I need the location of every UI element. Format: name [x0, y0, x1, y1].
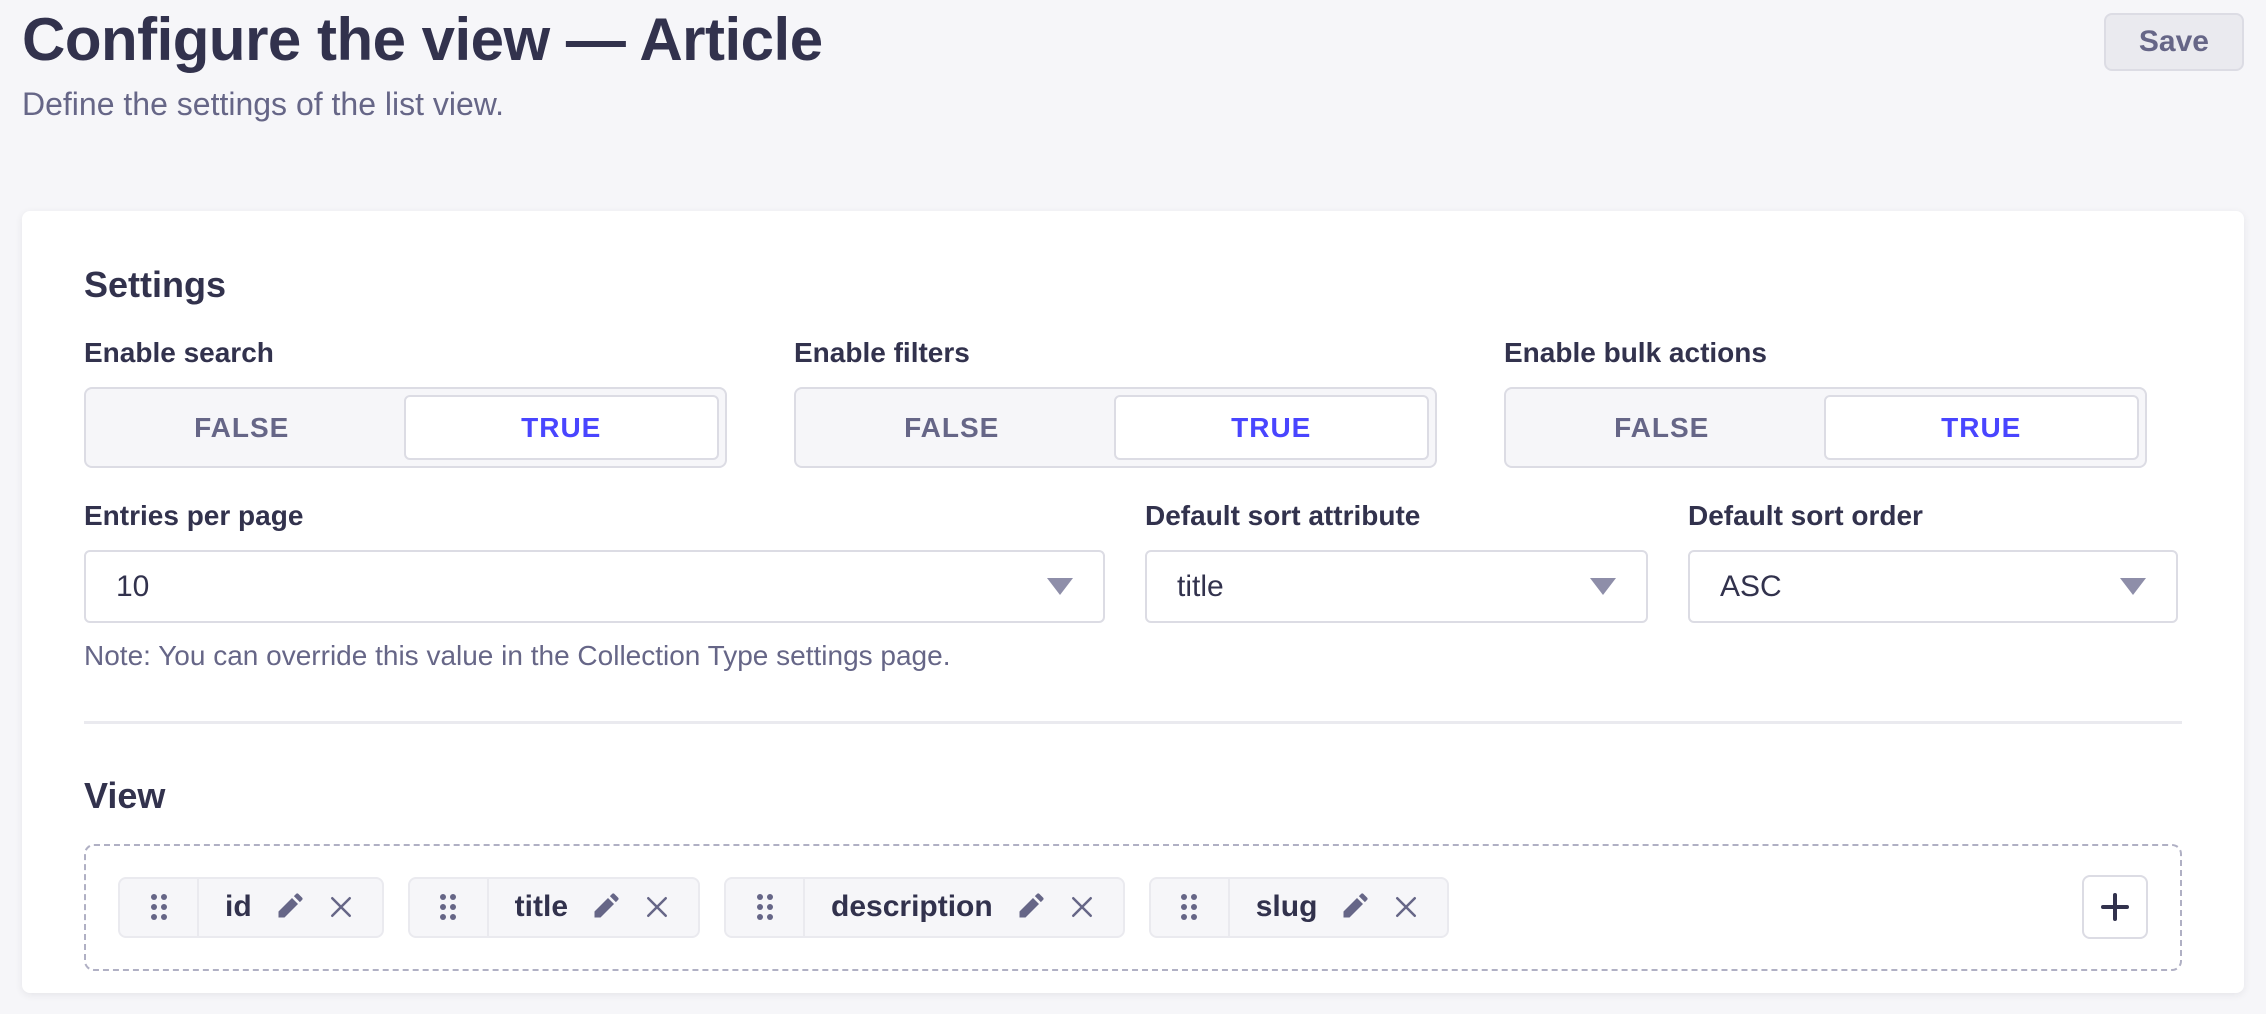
- section-divider: [84, 721, 2182, 724]
- view-section: View id: [84, 778, 2182, 971]
- enable-search-field: Enable search FALSE TRUE: [84, 339, 727, 468]
- view-heading: View: [84, 778, 2182, 814]
- field-chip-id[interactable]: id: [118, 877, 384, 938]
- default-sort-order-select[interactable]: ASC: [1688, 550, 2178, 623]
- selects-row: Entries per page 10 Note: You can overri…: [84, 502, 2182, 673]
- enable-filters-toggle: FALSE TRUE: [794, 387, 1437, 468]
- drag-handle-icon[interactable]: [1151, 879, 1230, 936]
- enable-bulk-actions-true-option[interactable]: TRUE: [1824, 395, 2140, 460]
- default-sort-attribute-value: title: [1177, 570, 1224, 604]
- chevron-down-icon: [1590, 578, 1616, 595]
- entries-per-page-field: Entries per page 10 Note: You can overri…: [84, 502, 1105, 673]
- chevron-down-icon: [1047, 578, 1073, 595]
- remove-icon[interactable]: [326, 892, 356, 922]
- entries-per-page-value: 10: [116, 570, 149, 604]
- drag-handle-icon[interactable]: [410, 879, 489, 936]
- drag-handle-icon[interactable]: [726, 879, 805, 936]
- entries-per-page-note: Note: You can override this value in the…: [84, 639, 1105, 673]
- enable-search-true-option[interactable]: TRUE: [404, 395, 720, 460]
- edit-icon[interactable]: [1339, 892, 1369, 922]
- settings-section: Settings Enable search FALSE TRUE Enable…: [84, 267, 2182, 673]
- enable-search-toggle: FALSE TRUE: [84, 387, 727, 468]
- enable-search-label: Enable search: [84, 339, 727, 367]
- field-chip-slug[interactable]: slug: [1149, 877, 1450, 938]
- default-sort-order-label: Default sort order: [1688, 502, 2178, 530]
- entries-per-page-label: Entries per page: [84, 502, 1105, 530]
- enable-filters-field: Enable filters FALSE TRUE: [794, 339, 1437, 468]
- field-chip-description[interactable]: description: [724, 877, 1125, 938]
- enable-filters-false-option[interactable]: FALSE: [796, 389, 1108, 466]
- plus-icon: [2098, 890, 2132, 924]
- enable-bulk-actions-field: Enable bulk actions FALSE TRUE: [1504, 339, 2147, 468]
- field-chip-label: id: [225, 890, 252, 924]
- field-chip-title[interactable]: title: [408, 877, 700, 938]
- add-field-button[interactable]: [2082, 875, 2148, 939]
- page-title: Configure the view — Article: [22, 6, 2244, 73]
- toggles-row: Enable search FALSE TRUE Enable filters …: [84, 339, 2182, 468]
- default-sort-attribute-select[interactable]: title: [1145, 550, 1648, 623]
- entries-per-page-select[interactable]: 10: [84, 550, 1105, 623]
- enable-search-false-option[interactable]: FALSE: [86, 389, 398, 466]
- field-chip-label: slug: [1256, 890, 1318, 924]
- settings-card: Settings Enable search FALSE TRUE Enable…: [22, 211, 2244, 993]
- default-sort-attribute-field: Default sort attribute title: [1145, 502, 1648, 673]
- remove-icon[interactable]: [642, 892, 672, 922]
- enable-bulk-actions-toggle: FALSE TRUE: [1504, 387, 2147, 468]
- field-chip-label: description: [831, 890, 993, 924]
- field-dropzone: id: [84, 844, 2182, 971]
- save-button[interactable]: Save: [2104, 13, 2244, 71]
- page-header: Configure the view — Article Define the …: [22, 0, 2244, 124]
- chevron-down-icon: [2120, 578, 2146, 595]
- page-subtitle: Define the settings of the list view.: [22, 85, 2244, 123]
- default-sort-order-value: ASC: [1720, 570, 1782, 604]
- enable-filters-label: Enable filters: [794, 339, 1437, 367]
- enable-filters-true-option[interactable]: TRUE: [1114, 395, 1430, 460]
- edit-icon[interactable]: [274, 892, 304, 922]
- default-sort-attribute-label: Default sort attribute: [1145, 502, 1648, 530]
- remove-icon[interactable]: [1067, 892, 1097, 922]
- edit-icon[interactable]: [1015, 892, 1045, 922]
- enable-bulk-actions-label: Enable bulk actions: [1504, 339, 2147, 367]
- settings-heading: Settings: [84, 267, 2182, 303]
- enable-bulk-actions-false-option[interactable]: FALSE: [1506, 389, 1818, 466]
- edit-icon[interactable]: [590, 892, 620, 922]
- drag-handle-icon[interactable]: [120, 879, 199, 936]
- field-chip-label: title: [515, 890, 568, 924]
- configure-view-page: Configure the view — Article Define the …: [0, 0, 2266, 1014]
- remove-icon[interactable]: [1391, 892, 1421, 922]
- default-sort-order-field: Default sort order ASC: [1688, 502, 2178, 673]
